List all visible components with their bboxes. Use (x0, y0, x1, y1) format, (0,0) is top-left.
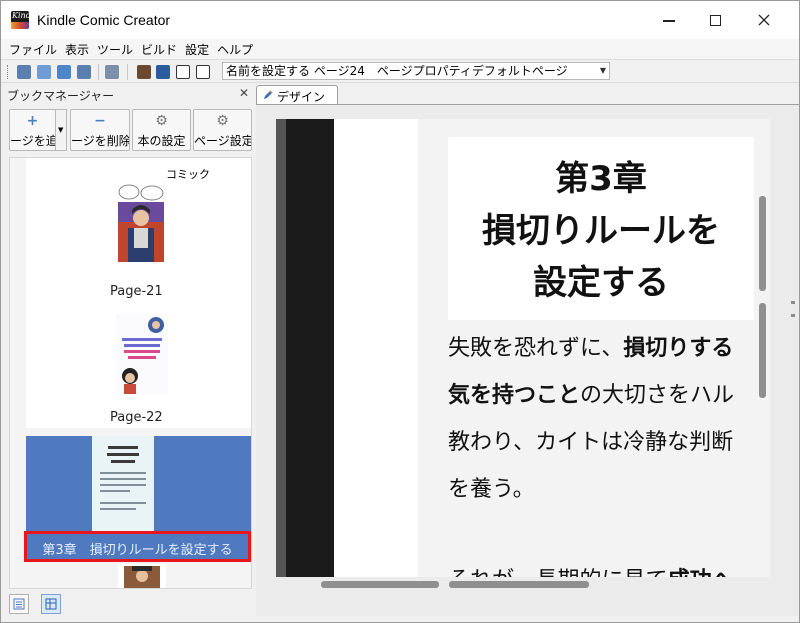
chevron-down-icon: ▼ (58, 126, 64, 134)
pencil-icon (264, 90, 273, 99)
insert-image-icon[interactable] (137, 65, 151, 79)
page-selector[interactable]: 名前を設定する ページ24 ページプロパティデフォルトページ ▼ (222, 62, 610, 80)
menu-bar: ファイル 表示 ツール ビルド 設定 ヘルプ (1, 39, 799, 59)
close-icon (758, 14, 770, 26)
maximize-button[interactable] (692, 1, 738, 39)
book-settings-button[interactable]: ⚙ 本の設定 (132, 109, 191, 151)
page-label: Page-21 (110, 284, 163, 299)
thumbnail-view-button[interactable] (41, 594, 61, 614)
page-22-thumbnail[interactable] (116, 314, 168, 394)
plus-icon: + (26, 113, 39, 129)
toolbar: 名前を設定する ページ24 ページプロパティデフォルトページ ▼ (1, 59, 799, 83)
thumbnail-view-icon (45, 598, 57, 610)
window-title: Kindle Comic Creator (37, 12, 171, 28)
body-text-line: 気を持つことの大切さをハル (448, 383, 735, 408)
menu-file[interactable]: ファイル (5, 41, 61, 58)
add-page-button[interactable]: + ージを追 (9, 109, 56, 151)
chapter-title-line-1: 損切りルールを (482, 211, 720, 251)
page-label: Page-22 (110, 410, 163, 425)
maximize-icon (709, 14, 721, 26)
tab-design-label: デザイン (277, 90, 326, 104)
comic-page-image (118, 564, 166, 588)
toolbar-grip (7, 65, 10, 79)
list-view-icon (13, 598, 25, 610)
splitter-handle[interactable] (791, 301, 795, 327)
comic-page-image (116, 314, 168, 394)
page-margin (334, 119, 418, 577)
chapter-title-card: 第3章 損切りルールを 設定する (448, 137, 754, 320)
horizontal-scrollbar[interactable] (321, 581, 439, 588)
save-icon[interactable] (57, 65, 71, 79)
body-text-line: 失敗を恐れずに、損切りする (448, 336, 734, 361)
gear-icon: ⚙ (216, 113, 229, 129)
delete-page-label: ージを削除 (71, 134, 130, 148)
title-bar: Kindle Kindle Comic Creator (1, 1, 799, 39)
menu-view[interactable]: 表示 (61, 41, 93, 58)
kindle-app-icon: Kindle (11, 11, 29, 29)
list-view-button[interactable] (9, 594, 29, 614)
chapter-title-line-2: 設定する (533, 263, 669, 303)
vertical-scrollbar[interactable] (759, 196, 766, 291)
preview-icon[interactable] (105, 65, 119, 79)
minus-icon: − (94, 113, 106, 129)
comic-label: コミック (166, 168, 210, 181)
build-icon[interactable] (77, 65, 91, 79)
book-manager-title: ブックマネージャー (7, 89, 115, 103)
close-button[interactable] (741, 1, 787, 39)
new-book-icon[interactable] (17, 65, 31, 79)
app-window: Kindle Kindle Comic Creator ファイル 表示 ツール … (0, 0, 800, 623)
selected-page-name-highlight[interactable]: 第3章 損切りルールを設定する (24, 531, 251, 562)
chevron-down-icon: ▼ (599, 66, 606, 75)
menu-settings[interactable]: 設定 (181, 41, 213, 58)
tab-design[interactable]: デザイン (256, 85, 338, 104)
menu-tools[interactable]: ツール (93, 41, 137, 58)
next-page-thumbnail[interactable] (118, 564, 166, 588)
book-settings-label: 本の設定 (137, 134, 186, 148)
page-settings-label: ページ設定 (194, 134, 252, 148)
book-manager-header: ブックマネージャー ✕ (1, 84, 253, 104)
insert-panel-icon[interactable] (156, 65, 170, 79)
body-text-line: それが、長期的に見て成功へ (448, 557, 770, 577)
toolbar-separator (127, 64, 128, 80)
app-icon-text: Kindle (12, 11, 29, 20)
menu-build[interactable]: ビルド (137, 41, 181, 58)
selected-page-name: 第3章 損切りルールを設定する (42, 543, 233, 558)
add-page-dropdown[interactable]: ▼ (55, 109, 67, 151)
delete-page-button[interactable]: − ージを削除 (70, 109, 130, 151)
minimize-button[interactable] (646, 1, 692, 39)
chapter-number: 第3章 (555, 159, 647, 199)
add-page-label: ージを追 (10, 134, 56, 148)
horizontal-scrollbar-thumb[interactable] (449, 581, 589, 588)
page-content[interactable]: 第3章 損切りルールを 設定する 失敗を恐れずに、損切りする 気を持つことの大切… (418, 119, 770, 577)
vertical-scrollbar-thumb[interactable] (759, 303, 766, 398)
toolbar-separator (98, 64, 99, 80)
page-24-thumbnail[interactable] (92, 436, 154, 531)
minimize-icon (663, 20, 675, 22)
open-book-icon[interactable] (37, 65, 51, 79)
body-text-line: 教わり、カイトは冷静な判断 (448, 430, 734, 455)
gear-icon: ⚙ (155, 113, 168, 129)
page-thumbnail-list[interactable]: コミック Page-21 Page-22 (9, 157, 252, 589)
panel-close-icon[interactable]: ✕ (239, 86, 249, 100)
comic-page-image (114, 184, 168, 264)
page-settings-button[interactable]: ⚙ ページ設定 (193, 109, 252, 151)
menu-help[interactable]: ヘルプ (213, 41, 257, 58)
page-21-thumbnail[interactable] (114, 184, 168, 264)
text-box-icon[interactable] (176, 65, 190, 79)
text-frame-icon[interactable] (196, 65, 210, 79)
page-selector-value: 名前を設定する ページ24 ページプロパティデフォルトページ (226, 64, 568, 78)
body-text-line: を養う。 (448, 477, 535, 502)
